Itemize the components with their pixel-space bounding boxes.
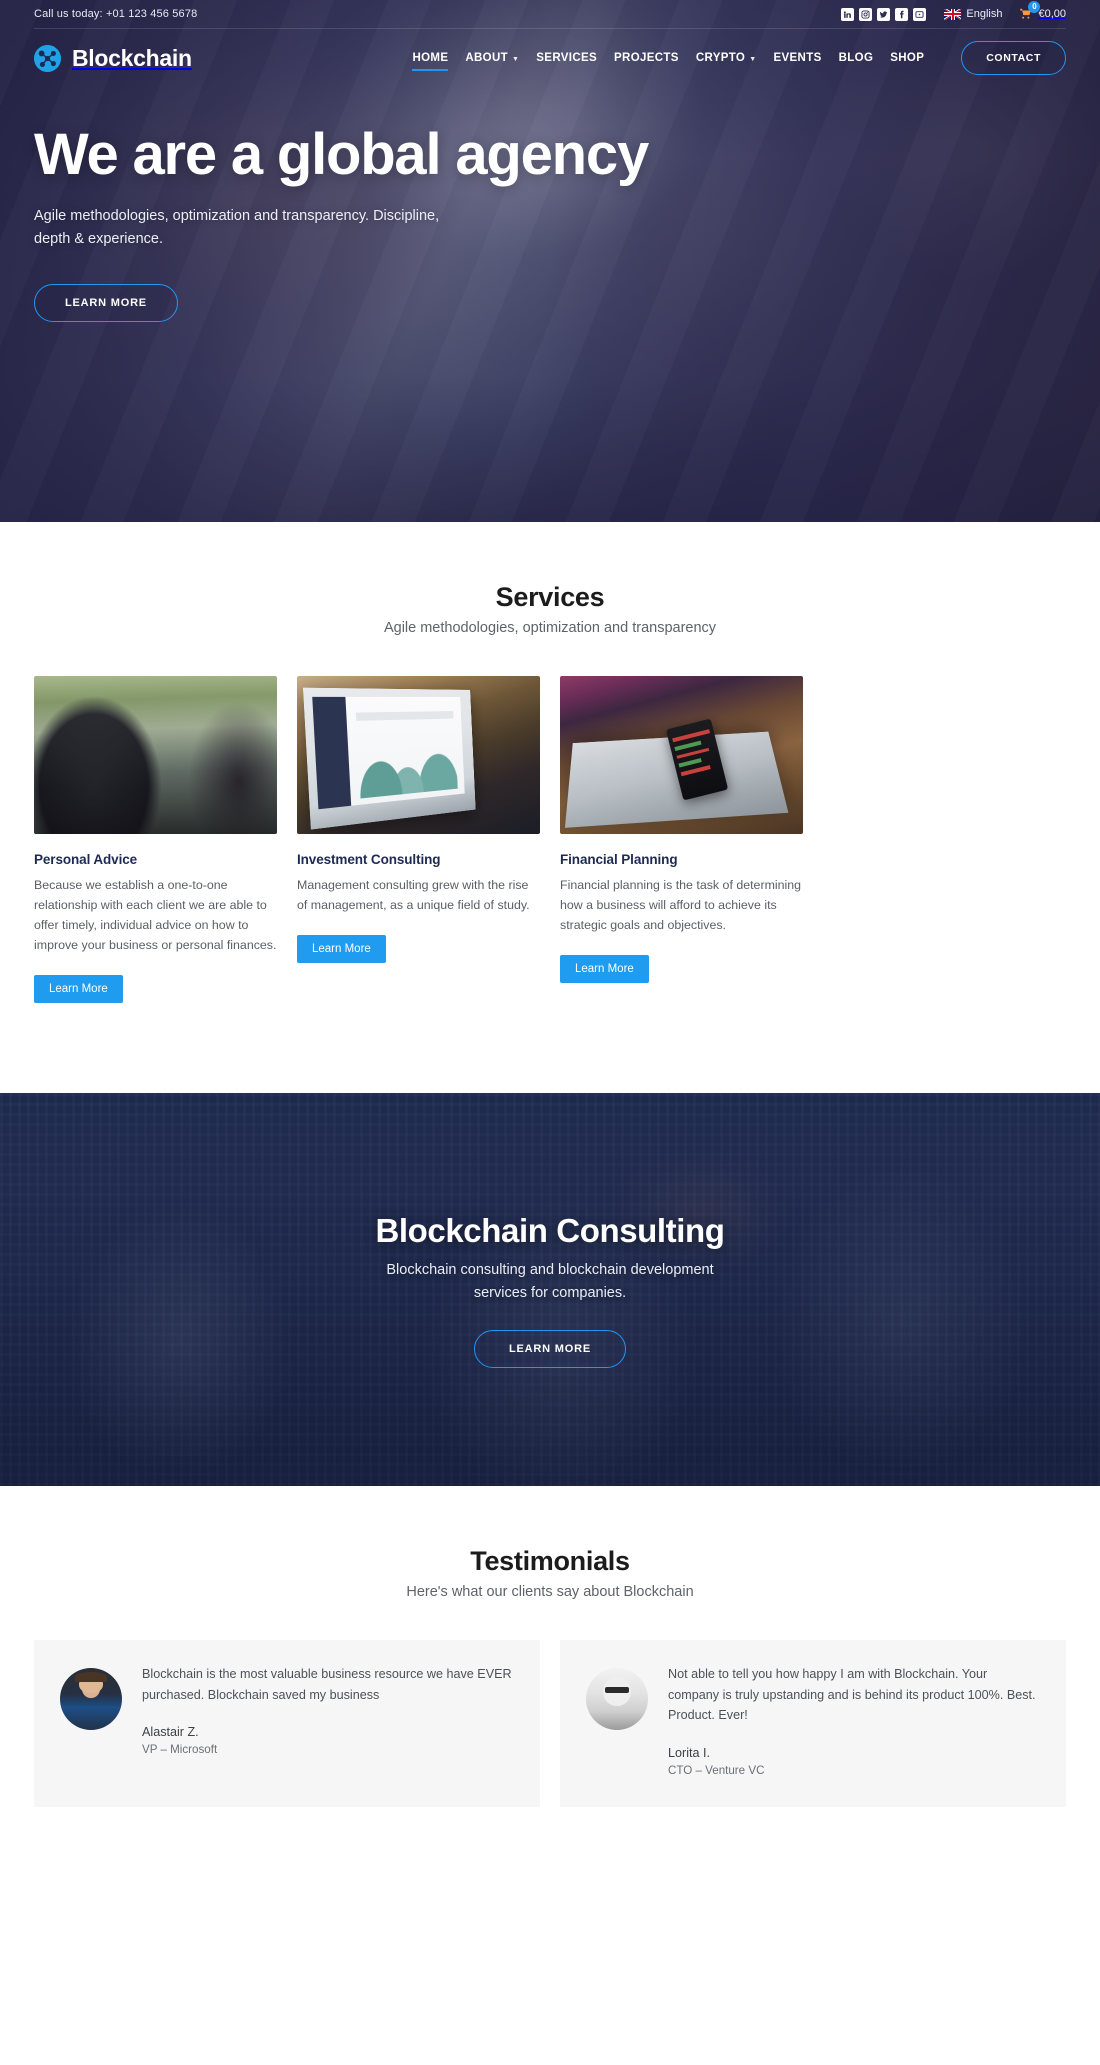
cart-button[interactable]: 0 €0,00 bbox=[1018, 1, 1066, 21]
service-learn-more-button[interactable]: Learn More bbox=[34, 975, 123, 1004]
social-links bbox=[841, 7, 927, 21]
testimonial-author-name: Lorita I. bbox=[668, 1745, 710, 1760]
chevron-down-icon: ▼ bbox=[512, 55, 520, 63]
service-card-title: Personal Advice bbox=[34, 852, 138, 867]
nav-item-events-label: EVENTS bbox=[773, 52, 822, 64]
brand-name: Blockchain bbox=[72, 44, 192, 71]
nav-item-services[interactable]: SERVICES bbox=[536, 46, 597, 70]
testimonials-heading: Testimonials Here's what our clients say… bbox=[0, 1546, 1100, 1600]
language-label: English bbox=[966, 8, 1003, 20]
testimonial-author-name: Alastair Z. bbox=[142, 1725, 199, 1740]
service-card-text: Because we establish a one-to-one relati… bbox=[34, 878, 277, 953]
cta-learn-more-button[interactable]: LEARN MORE bbox=[474, 1329, 626, 1368]
testimonials-subtitle: Here's what our clients say about Blockc… bbox=[406, 1584, 694, 1601]
cta-subtitle: Blockchain consulting and blockchain dev… bbox=[386, 1261, 714, 1302]
testimonials-section: Testimonials Here's what our clients say… bbox=[0, 1486, 1100, 1857]
services-heading: Services Agile methodologies, optimizati… bbox=[0, 582, 1100, 636]
two-people-meeting-with-laptop-photo bbox=[34, 676, 277, 834]
cart-icon: 0 bbox=[1018, 1, 1041, 21]
service-card: Investment Consulting Management consult… bbox=[297, 676, 540, 1003]
laptop-sidebar-graphic bbox=[312, 696, 352, 810]
cta-title: Blockchain Consulting bbox=[375, 1211, 725, 1249]
testimonial-body: Blockchain is the most valuable business… bbox=[142, 1664, 514, 1776]
nav-item-projects-label: PROJECTS bbox=[614, 52, 679, 64]
nav-item-blog[interactable]: BLOG bbox=[839, 46, 874, 70]
testimonial-quote: Blockchain is the most valuable business… bbox=[142, 1667, 512, 1702]
service-learn-more-button[interactable]: Learn More bbox=[297, 935, 386, 964]
testimonial-card: Blockchain is the most valuable business… bbox=[34, 1640, 540, 1807]
service-learn-more-button[interactable]: Learn More bbox=[560, 955, 649, 984]
cta-content: Blockchain Consulting Blockchain consult… bbox=[0, 1212, 1100, 1368]
nav-item-about-label: ABOUT bbox=[465, 52, 508, 64]
cta-section: Blockchain Consulting Blockchain consult… bbox=[0, 1093, 1100, 1487]
main-nav: HOME ABOUT ▼ SERVICES PROJECTS CRYPTO ▼ … bbox=[412, 41, 1066, 75]
testimonial-quote: Not able to tell you how happy I am with… bbox=[668, 1667, 1036, 1723]
nav-item-projects[interactable]: PROJECTS bbox=[614, 46, 679, 70]
nav-item-about[interactable]: ABOUT ▼ bbox=[465, 46, 519, 70]
testimonial-author-role: VP – Microsoft bbox=[142, 1743, 218, 1757]
hero-subtitle: Agile methodologies, optimization and tr… bbox=[34, 207, 440, 248]
nav-item-home-label: HOME bbox=[412, 52, 449, 64]
testimonials-card-list: Blockchain is the most valuable business… bbox=[0, 1640, 1100, 1856]
testimonial-author-role: CTO – Venture VC bbox=[668, 1763, 765, 1777]
laptop-screen-graphic bbox=[312, 696, 465, 810]
facebook-icon[interactable] bbox=[895, 7, 909, 21]
contact-button[interactable]: CONTACT bbox=[961, 41, 1066, 75]
nav-item-services-label: SERVICES bbox=[536, 52, 598, 64]
blockchain-network-logo-icon bbox=[34, 44, 61, 72]
nav-item-events[interactable]: EVENTS bbox=[774, 46, 822, 70]
testimonial-card: Not able to tell you how happy I am with… bbox=[560, 1640, 1066, 1807]
service-card-text: Management consulting grew with the rise… bbox=[297, 878, 530, 913]
nav-item-shop-label: SHOP bbox=[890, 52, 925, 64]
man-in-suit-avatar bbox=[60, 1668, 122, 1731]
language-selector[interactable]: English bbox=[944, 8, 1002, 20]
service-card: Financial Planning Financial planning is… bbox=[560, 676, 803, 1003]
nav-item-shop[interactable]: SHOP bbox=[890, 46, 924, 70]
instagram-icon[interactable] bbox=[859, 7, 873, 21]
top-bar: Call us today: +01 123 456 5678 English … bbox=[0, 0, 1100, 28]
services-subtitle: Agile methodologies, optimization and tr… bbox=[383, 620, 717, 636]
service-card-title: Investment Consulting bbox=[297, 852, 441, 867]
hero-content: We are a global agency Agile methodologi… bbox=[0, 88, 1100, 322]
chevron-down-icon: ▼ bbox=[749, 55, 757, 63]
phone-label: Call us today: +01 123 456 5678 bbox=[34, 8, 198, 20]
nav-item-blog-label: BLOG bbox=[838, 52, 874, 64]
phone-graphic bbox=[666, 718, 729, 801]
services-card-list: Personal Advice Because we establish a o… bbox=[0, 676, 1100, 1004]
brand-logo-link[interactable]: Blockchain bbox=[34, 44, 192, 72]
services-section: Services Agile methodologies, optimizati… bbox=[0, 522, 1100, 1094]
testimonials-title: Testimonials bbox=[470, 1546, 630, 1577]
testimonial-body: Not able to tell you how happy I am with… bbox=[668, 1664, 1040, 1776]
nav-item-crypto-label: CRYPTO bbox=[695, 52, 746, 64]
hero-section: Call us today: +01 123 456 5678 English … bbox=[0, 0, 1100, 522]
top-bar-right: English 0 €0,00 bbox=[841, 1, 1066, 21]
youtube-icon[interactable] bbox=[913, 7, 927, 21]
navigation-bar: Blockchain HOME ABOUT ▼ SERVICES PROJECT… bbox=[0, 28, 1100, 88]
woman-with-glasses-avatar bbox=[586, 1668, 648, 1731]
services-title: Services bbox=[495, 582, 605, 612]
hands-holding-phone-over-laptop-photo bbox=[560, 676, 803, 834]
laptop-area-chart-graphic bbox=[355, 737, 458, 799]
service-card-title: Financial Planning bbox=[560, 852, 678, 867]
twitter-icon[interactable] bbox=[877, 7, 891, 21]
nav-item-crypto[interactable]: CRYPTO ▼ bbox=[696, 46, 757, 70]
service-card: Personal Advice Because we establish a o… bbox=[34, 676, 277, 1004]
uk-flag-icon bbox=[944, 8, 962, 20]
cart-amount: €0,00 bbox=[1038, 8, 1066, 20]
service-card-text: Financial planning is the task of determ… bbox=[560, 878, 802, 933]
hero-learn-more-button[interactable]: LEARN MORE bbox=[34, 283, 178, 322]
nav-item-home[interactable]: HOME bbox=[412, 46, 449, 71]
laptop-topbar-graphic bbox=[355, 710, 454, 721]
laptop-main-graphic bbox=[345, 696, 464, 805]
linkedin-icon[interactable] bbox=[841, 7, 855, 21]
laptop-analytics-dashboard-photo bbox=[297, 676, 540, 834]
hero-title: We are a global agency bbox=[34, 122, 649, 187]
